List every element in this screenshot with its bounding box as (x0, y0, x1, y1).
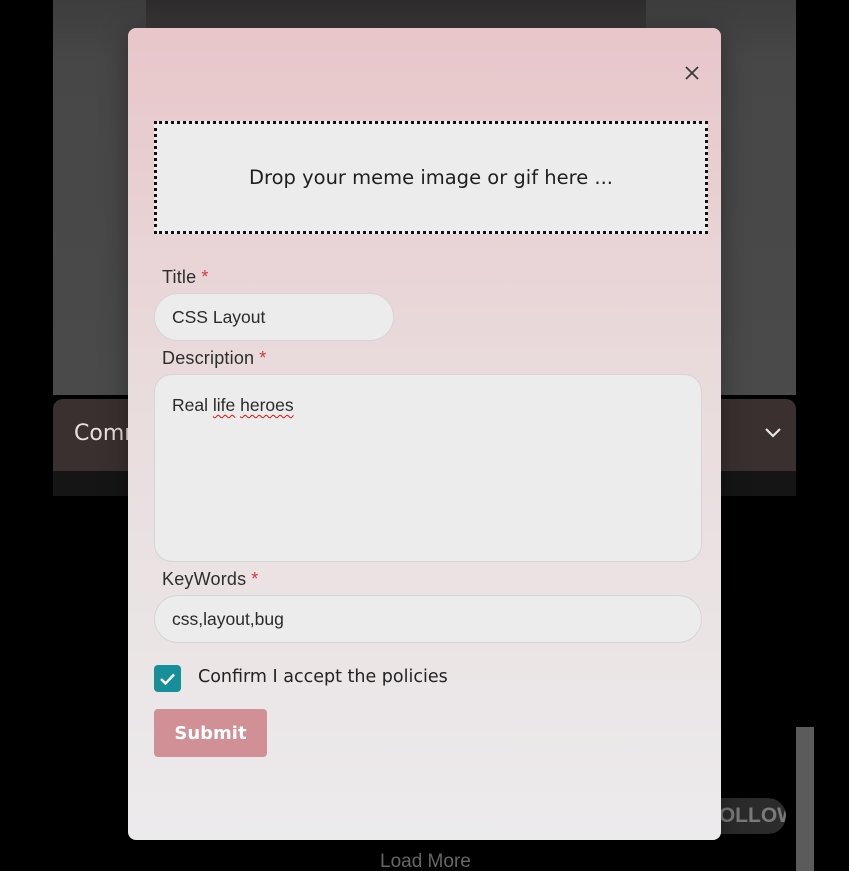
keywords-label: KeyWords * (162, 569, 259, 590)
description-label-text: Description (162, 348, 255, 368)
check-icon (160, 673, 175, 685)
required-marker: * (251, 569, 259, 589)
dropzone-text: Drop your meme image or gif here ... (248, 166, 614, 189)
required-marker: * (259, 348, 267, 368)
description-misspelled-word: heroes (240, 395, 294, 415)
policy-label[interactable]: Confirm I accept the policies (198, 667, 448, 687)
title-label: Title * (162, 267, 209, 288)
description-textarea[interactable]: Real life heroes (154, 374, 702, 562)
keywords-input[interactable]: css,layout,bug (154, 595, 702, 643)
policy-checkbox[interactable] (154, 665, 181, 692)
description-label: Description * (162, 348, 266, 369)
title-input[interactable]: CSS Layout (154, 293, 394, 341)
keywords-label-text: KeyWords (162, 569, 247, 589)
description-text-prefix: Real (172, 395, 213, 415)
background-load-more-link[interactable]: Load More (380, 851, 471, 871)
submit-button[interactable]: Submit (154, 709, 267, 757)
description-misspelled-word: life (212, 395, 236, 415)
scrollbar-thumb[interactable] (796, 727, 814, 871)
title-label-text: Title (162, 267, 197, 287)
upload-meme-modal: Drop your meme image or gif here ... Tit… (128, 28, 721, 840)
image-dropzone[interactable]: Drop your meme image or gif here ... (154, 121, 708, 234)
required-marker: * (201, 267, 209, 287)
close-icon[interactable] (682, 63, 702, 83)
chevron-down-icon[interactable] (764, 426, 782, 440)
